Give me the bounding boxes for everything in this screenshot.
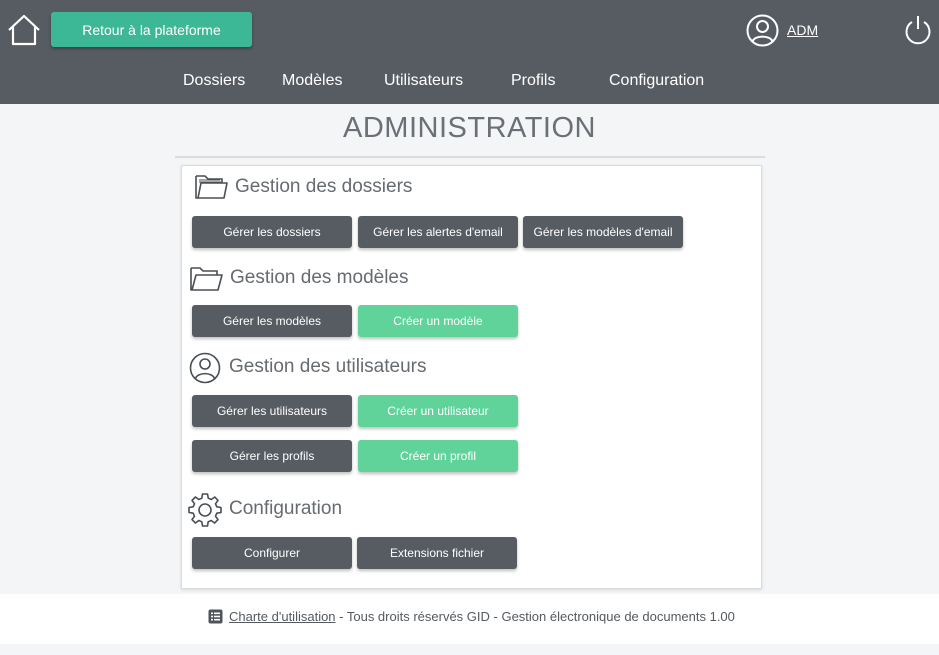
- nav-profils[interactable]: Profils: [511, 72, 555, 90]
- nav-modeles[interactable]: Modèles: [282, 72, 342, 90]
- power-logout-icon[interactable]: [903, 14, 933, 47]
- footer-copyright: - Tous droits réservés GID - Gestion éle…: [335, 609, 735, 624]
- home-icon[interactable]: [6, 13, 42, 47]
- open-folder-icon: [190, 267, 223, 291]
- nav-dossiers[interactable]: Dossiers: [183, 72, 245, 90]
- page-title: ADMINISTRATION: [343, 112, 596, 144]
- section-title-dossiers: Gestion des dossiers: [235, 176, 413, 197]
- footer-line: Charte d'utilisation - Tous droits réser…: [208, 609, 735, 624]
- file-extensions-button[interactable]: Extensions fichier: [357, 537, 517, 569]
- list-document-icon: [208, 609, 223, 624]
- section-title-modeles: Gestion des modèles: [230, 267, 409, 288]
- usage-charter-link[interactable]: Charte d'utilisation: [229, 609, 336, 624]
- configure-button[interactable]: Configurer: [192, 537, 352, 569]
- manage-email-alerts-button[interactable]: Gérer les alertes d'email: [358, 216, 518, 248]
- create-profile-button[interactable]: Créer un profil: [358, 440, 518, 472]
- user-name-link[interactable]: ADM: [787, 22, 818, 38]
- manage-models-button[interactable]: Gérer les modèles: [192, 305, 352, 337]
- top-bar: Retour à la plateforme ADM Dossiers Modè…: [0, 0, 939, 104]
- admin-panel: Gestion des dossiers Gérer les dossiers …: [181, 165, 762, 589]
- title-divider: [175, 156, 765, 158]
- manage-email-templates-button[interactable]: Gérer les modèles d'email: [523, 216, 683, 248]
- nav-configuration[interactable]: Configuration: [609, 72, 704, 90]
- nav-utilisateurs[interactable]: Utilisateurs: [384, 72, 463, 90]
- section-title-configuration: Configuration: [229, 498, 343, 519]
- user-circle-icon: [189, 352, 221, 384]
- manage-folders-button[interactable]: Gérer les dossiers: [192, 216, 352, 248]
- user-avatar-icon[interactable]: [746, 14, 779, 47]
- main-nav: Dossiers Modèles Utilisateurs Profils Co…: [0, 72, 939, 94]
- manage-users-button[interactable]: Gérer les utilisateurs: [192, 395, 352, 427]
- return-to-platform-button[interactable]: Retour à la plateforme: [51, 12, 252, 47]
- section-title-utilisateurs: Gestion des utilisateurs: [229, 356, 427, 377]
- manage-profiles-button[interactable]: Gérer les profils: [192, 440, 352, 472]
- create-model-button[interactable]: Créer un modèle: [358, 305, 518, 337]
- create-user-button[interactable]: Créer un utilisateur: [358, 395, 518, 427]
- gear-icon: [188, 493, 222, 527]
- footer: Charte d'utilisation - Tous droits réser…: [0, 594, 939, 644]
- folder-stack-icon: [195, 175, 228, 199]
